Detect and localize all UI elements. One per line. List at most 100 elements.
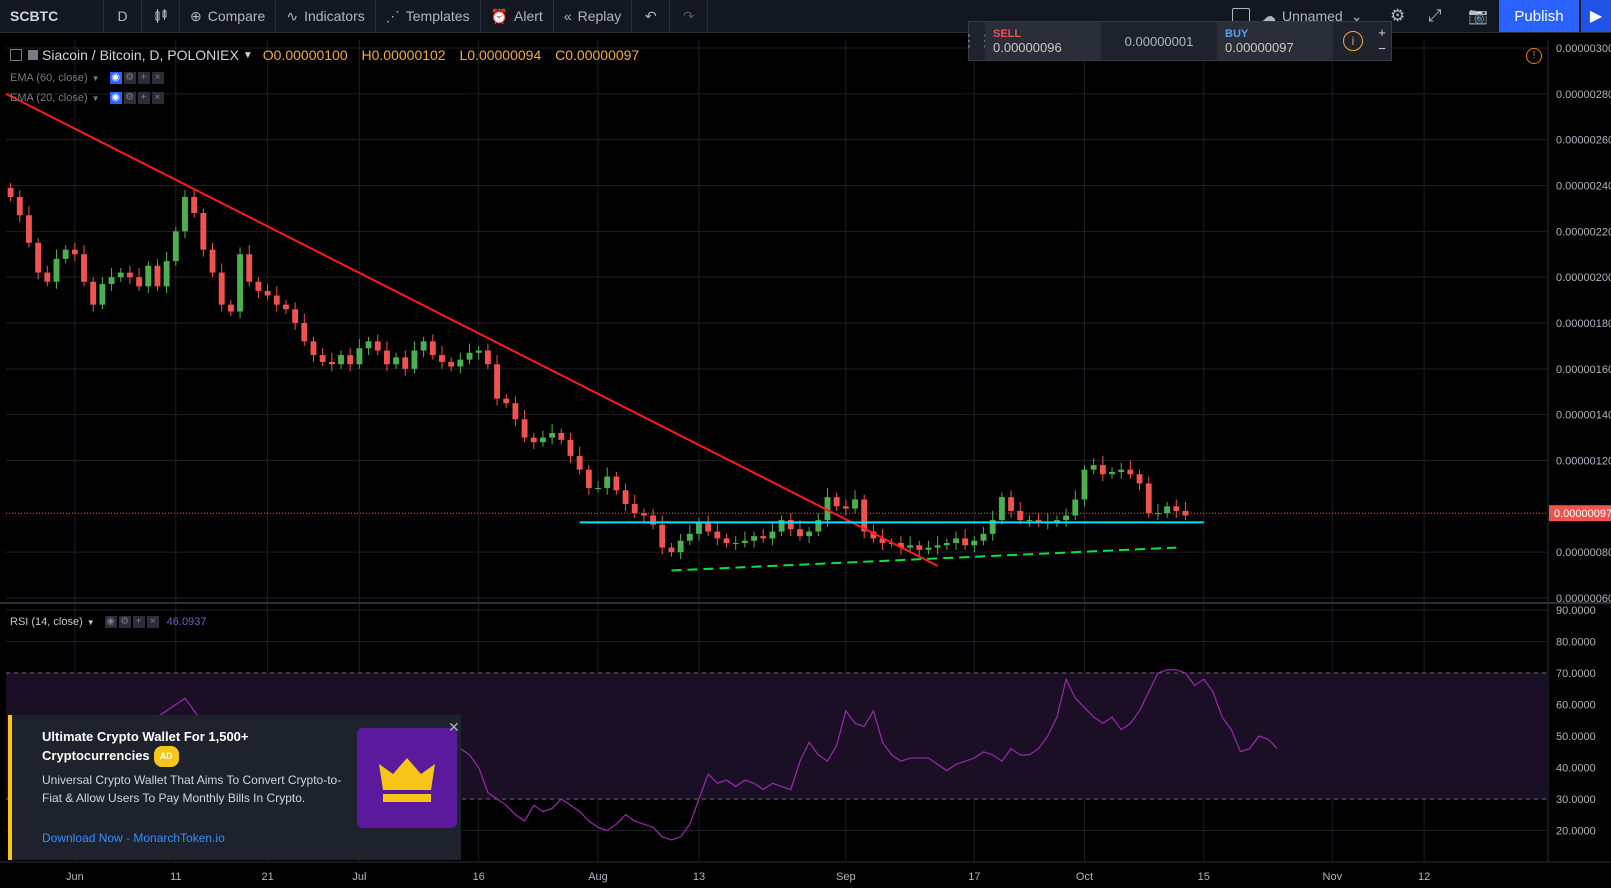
- collapse-legend-icon[interactable]: [10, 49, 22, 61]
- candle-body: [246, 254, 253, 282]
- candle-body: [980, 533, 987, 541]
- candle-body: [163, 261, 170, 287]
- candle-body: [741, 540, 748, 543]
- templates-button[interactable]: ⋰ Templates: [376, 0, 481, 32]
- chart-type-button[interactable]: [142, 0, 180, 32]
- candle-body: [356, 348, 363, 365]
- ad-link[interactable]: Download Now - MonarchToken.io: [42, 831, 225, 845]
- symbol-search[interactable]: SCBTC: [0, 0, 104, 32]
- replay-button[interactable]: «Replay: [554, 0, 633, 32]
- minus-icon[interactable]: −: [1378, 41, 1386, 57]
- time-tick-label: 17: [968, 871, 980, 883]
- info-button[interactable]: i: [1333, 22, 1373, 60]
- candle-body: [622, 490, 629, 505]
- ema20-label[interactable]: EMA (20, close): [10, 92, 88, 104]
- sell-button[interactable]: SELL 0.00000096: [985, 22, 1101, 60]
- candle-body: [732, 543, 739, 544]
- close-icon[interactable]: ✕: [448, 719, 460, 736]
- close-icon[interactable]: ×: [151, 72, 164, 84]
- close-icon[interactable]: ×: [151, 92, 164, 104]
- play-icon: ▶: [1589, 8, 1603, 25]
- plus-circle-icon: ⊕: [190, 7, 202, 24]
- candle-body: [613, 476, 620, 491]
- legend-close: C0.00000097: [555, 47, 640, 63]
- rsi-label[interactable]: RSI (14, close): [10, 616, 83, 628]
- price-tick-label: 0.00000080: [1556, 547, 1611, 559]
- legend-low: L0.00000094: [459, 47, 542, 63]
- candle-body: [16, 196, 23, 216]
- rsi-legend: RSI (14, close) ▼ ◉ ⚙ + × 46.0937: [10, 616, 206, 628]
- undo-button[interactable]: ↶: [632, 0, 671, 32]
- candle-body: [714, 531, 721, 539]
- close-icon[interactable]: ×: [146, 616, 159, 628]
- candle-body: [347, 355, 354, 365]
- crown-logo-icon: [357, 728, 457, 828]
- time-tick-label: 21: [261, 871, 273, 883]
- trend-line: [5, 92, 939, 567]
- candle-body: [283, 304, 289, 310]
- candle-body: [402, 357, 409, 369]
- compare-button[interactable]: ⊕ Compare: [180, 0, 277, 32]
- redo-button[interactable]: ↷: [670, 0, 709, 32]
- drawings: [5, 92, 1204, 572]
- rsi-tick-label: 70.0000: [1556, 668, 1596, 680]
- candle-body: [558, 433, 565, 440]
- candle-body: [117, 272, 124, 278]
- eye-icon[interactable]: ◉: [109, 72, 122, 84]
- drag-handle-icon[interactable]: ⋮⋮: [961, 22, 993, 60]
- chevron-down-icon[interactable]: ▼: [92, 94, 100, 103]
- candle-body: [1145, 483, 1152, 514]
- buy-button[interactable]: BUY 0.00000097: [1217, 22, 1333, 60]
- candle-body: [585, 469, 592, 488]
- price-tick-label: 0.00000280: [1556, 89, 1611, 101]
- candle-body: [1127, 469, 1134, 475]
- ema60-label[interactable]: EMA (60, close): [10, 72, 88, 84]
- candle-body: [1099, 465, 1106, 475]
- publish-button[interactable]: Publish: [1499, 0, 1579, 32]
- gear-icon[interactable]: ⚙: [1390, 6, 1405, 26]
- chevron-down-icon[interactable]: ▼: [92, 74, 100, 83]
- chevron-down-icon[interactable]: ▼: [243, 50, 253, 61]
- candle-body: [1154, 513, 1161, 515]
- eye-icon[interactable]: ◉: [104, 616, 117, 628]
- candle-body: [567, 439, 574, 456]
- legend-title[interactable]: Siacoin / Bitcoin, D, POLONIEX: [42, 47, 239, 63]
- rsi-tick-label: 60.0000: [1556, 700, 1596, 712]
- ema20-legend: EMA (20, close) ▼ ◉ ⚙ + ×: [10, 92, 164, 104]
- candle-body: [374, 341, 381, 351]
- time-tick-label: 11: [170, 871, 181, 883]
- last-price-label: 0.00000097: [1554, 508, 1611, 520]
- plus-icon[interactable]: +: [137, 92, 150, 104]
- interval-button[interactable]: D: [104, 0, 142, 32]
- time-tick-label: 12: [1418, 871, 1430, 883]
- time-tick-label: 13: [693, 871, 705, 883]
- play-button[interactable]: ▶: [1581, 0, 1611, 32]
- ema60-legend: EMA (60, close) ▼ ◉ ⚙ + ×: [10, 72, 164, 84]
- candle-body: [145, 265, 152, 287]
- candle-body: [604, 476, 611, 488]
- expand-icon[interactable]: ⤢: [1428, 6, 1442, 26]
- candle-body: [512, 403, 519, 420]
- alert-button[interactable]: ⏰ Alert: [481, 0, 554, 32]
- candle-body: [227, 304, 234, 312]
- plus-icon[interactable]: +: [132, 616, 145, 628]
- settings-icon[interactable]: ⚙: [118, 616, 131, 628]
- indicators-button[interactable]: ∿ Indicators: [276, 0, 376, 32]
- ad-description: Universal Crypto Wallet That Aims To Con…: [42, 773, 342, 805]
- time-tick-label: 15: [1198, 871, 1210, 883]
- candle-body: [1118, 469, 1125, 472]
- candle-body: [273, 295, 280, 305]
- plus-icon[interactable]: +: [1378, 25, 1386, 41]
- ad-banner[interactable]: Ultimate Crypto Wallet For 1,500+ Crypto…: [8, 715, 461, 860]
- rsi-tick-label: 80.0000: [1556, 637, 1596, 649]
- candle-body: [191, 196, 198, 213]
- plus-icon[interactable]: +: [137, 72, 150, 84]
- warning-icon[interactable]: !: [1526, 48, 1542, 64]
- camera-icon[interactable]: 📷: [1468, 6, 1488, 26]
- settings-icon[interactable]: ⚙: [123, 72, 136, 84]
- settings-icon[interactable]: ⚙: [123, 92, 136, 104]
- chevron-down-icon[interactable]: ▼: [87, 618, 95, 627]
- candle-body: [503, 398, 510, 404]
- eye-icon[interactable]: ◉: [109, 92, 122, 104]
- candle-body: [797, 529, 803, 537]
